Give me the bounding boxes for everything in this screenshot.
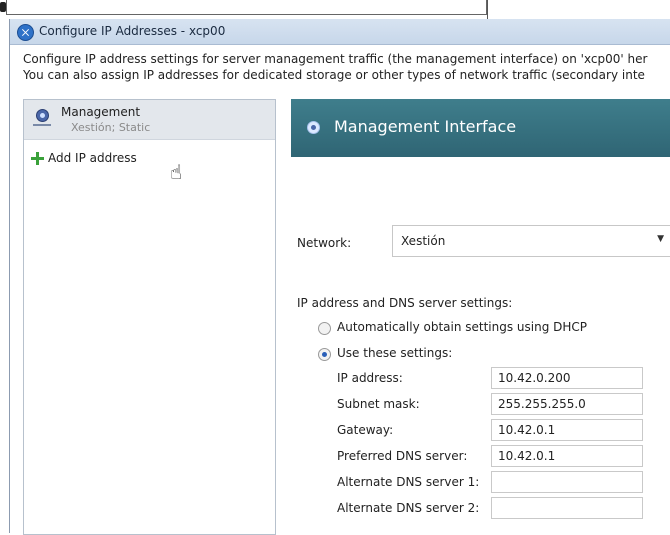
dialog-titlebar: Configure IP Addresses - xcp00 <box>10 19 670 45</box>
add-plus-icon <box>30 151 46 167</box>
panel-title: Management Interface <box>334 117 517 136</box>
dialog-description: Configure IP address settings for server… <box>23 51 670 83</box>
radio-use-settings-label: Use these settings: <box>337 346 453 360</box>
network-select-value: Xestión <box>401 234 446 248</box>
interface-list: Management Xestión; Static Add IP addres… <box>23 99 276 535</box>
subnet-mask-field[interactable]: 255.255.255.0 <box>491 393 643 415</box>
alternate-dns-1-label: Alternate DNS server 1: <box>337 475 480 489</box>
alternate-dns-2-field[interactable] <box>491 497 643 519</box>
preferred-dns-field[interactable]: 10.42.0.1 <box>491 445 643 467</box>
hand-pointer-cursor-icon: ☝ <box>170 160 183 184</box>
network-select[interactable]: Xestión ▼ <box>392 225 670 257</box>
radio-dhcp-indicator <box>318 322 331 335</box>
network-label: Network: <box>297 236 352 250</box>
interface-details: Management Interface Network: Xestión ▼ … <box>291 99 670 533</box>
configure-ip-dialog: Configure IP Addresses - xcp00 Configure… <box>9 19 670 535</box>
background-panel-edge <box>6 0 487 15</box>
background-window-sliver <box>0 0 670 20</box>
ip-dns-heading: IP address and DNS server settings: <box>297 296 513 310</box>
background-divider <box>487 0 488 20</box>
icon-underline <box>33 124 51 126</box>
panel-header: Management Interface <box>291 99 670 157</box>
add-ip-address-label: Add IP address <box>48 151 137 165</box>
list-item-subtitle: Xestión; Static <box>71 121 151 134</box>
chevron-down-icon: ▼ <box>657 234 664 244</box>
ip-address-label: IP address: <box>337 371 403 385</box>
ip-address-value: 10.42.0.200 <box>498 371 571 385</box>
list-item-management[interactable]: Management Xestión; Static <box>24 100 275 140</box>
alternate-dns-2-label: Alternate DNS server 2: <box>337 501 480 515</box>
radio-use-settings-indicator <box>318 348 331 361</box>
management-interface-icon <box>36 109 49 122</box>
preferred-dns-label: Preferred DNS server: <box>337 449 468 463</box>
description-line-1: Configure IP address settings for server… <box>23 52 648 66</box>
gateway-value: 10.42.0.1 <box>498 423 556 437</box>
ip-address-field[interactable]: 10.42.0.200 <box>491 367 643 389</box>
preferred-dns-value: 10.42.0.1 <box>498 449 556 463</box>
gateway-field[interactable]: 10.42.0.1 <box>491 419 643 441</box>
radio-dhcp-label: Automatically obtain settings using DHCP <box>337 320 588 334</box>
description-line-2: You can also assign IP addresses for ded… <box>23 68 645 82</box>
alternate-dns-1-field[interactable] <box>491 471 643 493</box>
subnet-mask-value: 255.255.255.0 <box>498 397 586 411</box>
dialog-title: Configure IP Addresses - xcp00 <box>39 24 226 38</box>
list-item-title: Management <box>61 105 141 119</box>
close-circle-icon[interactable] <box>17 24 34 41</box>
subnet-mask-label: Subnet mask: <box>337 397 420 411</box>
gateway-label: Gateway: <box>337 423 394 437</box>
management-interface-icon <box>307 121 320 134</box>
